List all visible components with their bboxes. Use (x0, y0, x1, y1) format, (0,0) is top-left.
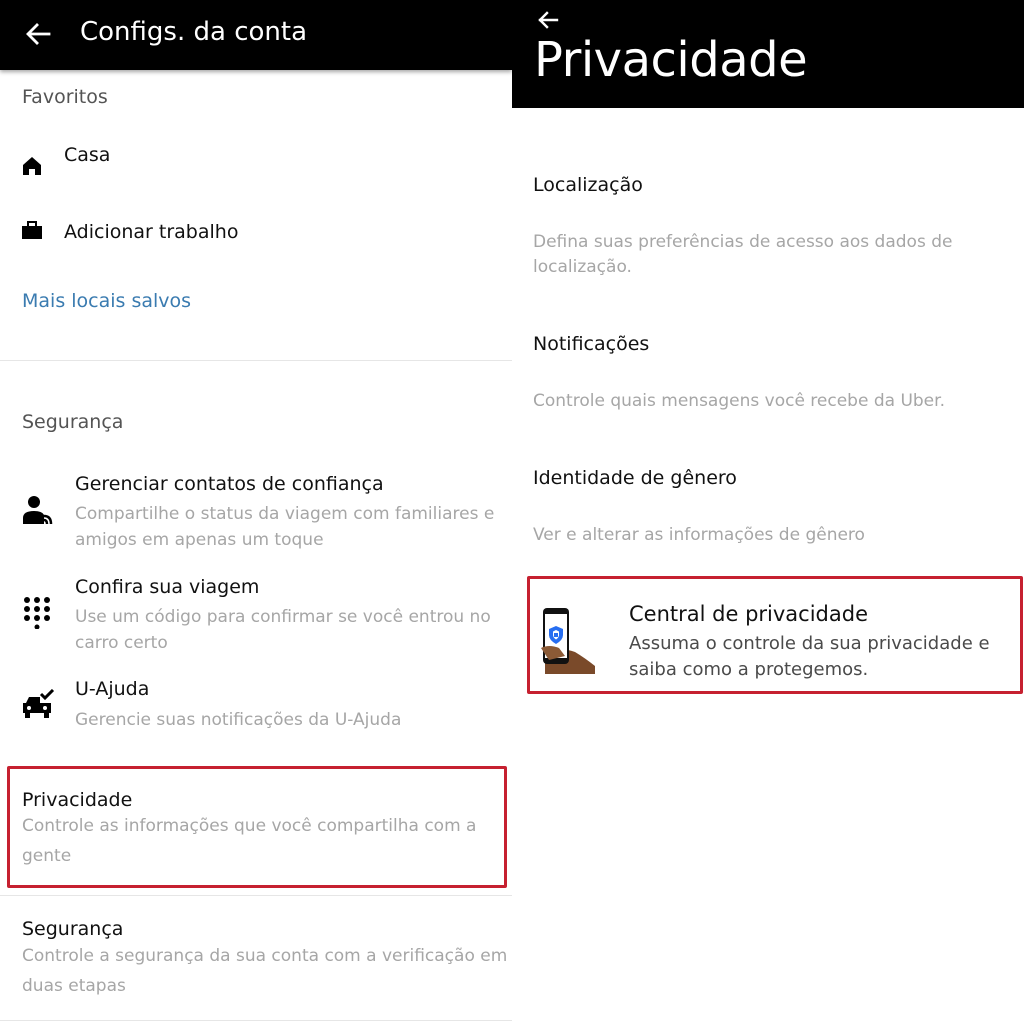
privacy-center-highlight-box (527, 576, 1023, 694)
arrow-left-icon (26, 23, 51, 45)
home-row[interactable]: Casa (0, 130, 512, 200)
account-security-desc-1: Controle a segurança da sua conta com a … (22, 946, 508, 966)
home-icon (20, 154, 44, 178)
location-title: Localização (533, 174, 643, 196)
back-button[interactable] (534, 6, 562, 34)
page-title: Configs. da conta (80, 17, 308, 47)
account-security-title: Segurança (22, 918, 124, 940)
back-button[interactable] (23, 19, 53, 49)
briefcase-icon (20, 218, 44, 242)
privacy-highlight-box (7, 766, 507, 888)
privacy-screen: Privacidade Localização Defina suas pref… (512, 0, 1024, 1024)
keypad-icon (20, 594, 54, 630)
more-saved-places-link[interactable]: Mais locais salvos (22, 290, 191, 312)
verify-ride-row[interactable]: Confira sua viagem Use um código para co… (0, 574, 512, 660)
trusted-contacts-desc-2: amigos em apenas um toque (75, 530, 324, 550)
verify-ride-desc-1: Use um código para confirmar se você ent… (75, 607, 491, 627)
trusted-contacts-row[interactable]: Gerenciar contatos de confiança Comparti… (0, 470, 512, 556)
location-desc-1: Defina suas preferências de acesso aos d… (533, 232, 953, 252)
trusted-contacts-desc-1: Compartilhe o status da viagem com famil… (75, 504, 495, 524)
home-label: Casa (64, 144, 111, 166)
page-title: Privacidade (534, 32, 808, 88)
notifications-title: Notificações (533, 333, 650, 355)
trusted-contacts-title: Gerenciar contatos de confiança (75, 473, 384, 495)
gender-identity-title: Identidade de gênero (533, 467, 737, 489)
notifications-desc: Controle quais mensagens você recebe da … (533, 391, 945, 411)
divider (0, 895, 512, 896)
notifications-row[interactable]: Notificações Controle quais mensagens vo… (512, 318, 1024, 418)
location-row[interactable]: Localização Defina suas preferências de … (512, 160, 1024, 280)
app-header: Privacidade (512, 0, 1024, 108)
safety-section-label: Segurança (22, 411, 124, 433)
divider (0, 360, 512, 361)
app-header: Configs. da conta (0, 0, 512, 70)
gender-identity-row[interactable]: Identidade de gênero Ver e alterar as in… (512, 452, 1024, 552)
add-work-label: Adicionar trabalho (64, 221, 239, 243)
verify-ride-desc-2: carro certo (75, 633, 168, 653)
contacts-icon (20, 494, 54, 528)
account-settings-screen: Configs. da conta Favoritos Casa Adicion… (0, 0, 512, 1024)
verify-ride-title: Confira sua viagem (75, 576, 260, 598)
gender-identity-desc: Ver e alterar as informações de gênero (533, 525, 865, 545)
favorites-label: Favoritos (22, 86, 108, 108)
account-security-desc-2: duas etapas (22, 976, 126, 996)
arrow-left-icon (538, 11, 559, 29)
u-ajuda-row[interactable]: U-Ajuda Gerencie suas notificações da U-… (0, 676, 512, 740)
location-desc-2: localização. (533, 257, 632, 277)
divider (0, 1020, 512, 1021)
add-work-row[interactable]: Adicionar trabalho (0, 208, 512, 258)
account-security-row[interactable]: Segurança Controle a segurança da sua co… (0, 905, 512, 1005)
u-ajuda-desc: Gerencie suas notificações da U-Ajuda (75, 710, 402, 730)
u-ajuda-title: U-Ajuda (75, 678, 150, 700)
car-check-icon (20, 688, 56, 720)
